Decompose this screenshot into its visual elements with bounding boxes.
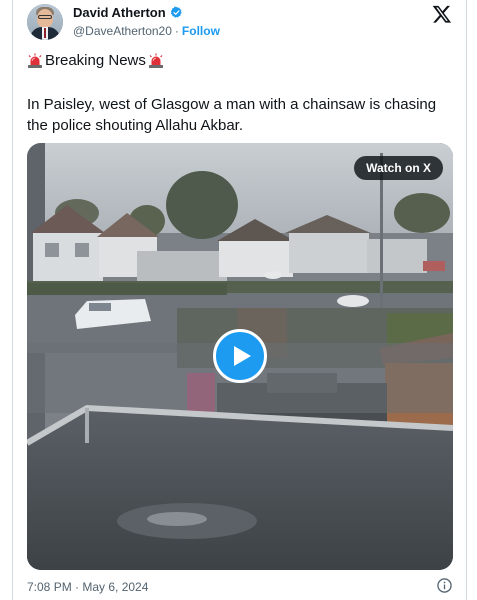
separator-dot: · [174, 24, 179, 38]
x-logo-icon[interactable] [432, 4, 452, 24]
verified-badge-icon [170, 6, 182, 18]
follow-button[interactable]: Follow [182, 24, 220, 38]
author-handle[interactable]: @DaveAtherton20 [73, 24, 172, 38]
police-siren-icon [28, 53, 42, 68]
video-player[interactable]: Watch on X [27, 143, 453, 570]
watch-on-x-button[interactable]: Watch on X [354, 156, 443, 180]
tweet-timestamp[interactable]: 7:08 PM · May 6, 2024 [27, 580, 148, 594]
play-button[interactable] [213, 329, 267, 383]
headline-text: Breaking News [45, 52, 146, 69]
play-icon [234, 346, 251, 366]
author-handle-row: @DaveAtherton20 · Follow [73, 24, 220, 38]
author-name-row: David Atherton [73, 5, 183, 20]
tweet-text: In Paisley, west of Glasgow a man with a… [27, 96, 437, 134]
police-siren-icon [148, 53, 163, 68]
headline: Breaking News [27, 52, 164, 69]
info-icon[interactable] [437, 578, 452, 593]
avatar[interactable] [27, 4, 63, 40]
tweet-card: David Atherton @DaveAtherton20 · Follow … [12, 0, 467, 600]
author-display-name[interactable]: David Atherton [73, 5, 166, 20]
tweet-header: David Atherton @DaveAtherton20 · Follow [27, 2, 452, 46]
